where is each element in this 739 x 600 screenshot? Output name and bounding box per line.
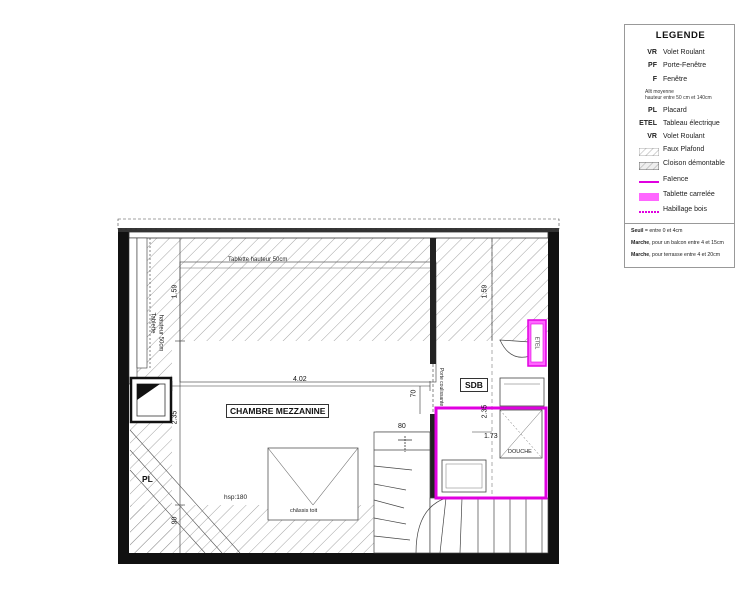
dim-159-right: 1.59 [481,284,489,299]
roof-outline [117,218,560,230]
hsp-label: hsp:180 [224,494,248,501]
partition-wall [430,238,436,364]
legend-item-faux-plafond: Faux Plafond [625,146,736,158]
sdb-fixtures [434,319,548,500]
legend-item-vr-2: VR Volet Roulant [647,133,705,140]
dim-90: 90 [171,516,179,525]
window-left [129,376,173,424]
dim-402: 4.02 [293,376,307,383]
dashed-magenta-icon [639,211,659,213]
legend-title: LEGENDE [655,30,706,41]
dim-159-left: 1.59 [171,284,179,299]
dim-235-left: 2.35 [171,410,179,425]
closet-label: PL [142,474,153,484]
tablette-left-label-2: hauteur 50cm [157,314,164,352]
douche-label: DOUCHE [508,449,532,455]
legend-item-etel: ETEL Tableau électrique [639,120,720,127]
legend-item-f: F Fenêtre [652,76,688,83]
legend-box: LEGENDE VR Volet Roulant PF Porte-Fenêtr… [624,24,735,268]
magenta-line-icon [639,181,659,183]
legend-note-balcon: Marche, pour un balcon entre 4 et 15cm [631,240,724,246]
legend-item-cloison: Cloison démontable [625,160,736,172]
room-label-main: CHAMBRE MEZZANINE [226,404,330,418]
legend-separator [625,223,735,224]
legend-item-pf: PF Porte-Fenêtre [648,62,707,69]
legend-item-faience: Faïence [625,176,736,188]
legend-item-tablette: Tablette carrelée [625,191,736,203]
dim-173: 1.73 [484,433,498,440]
legend-note-seuil: Seuil = entre 0 et 4cm [631,228,683,234]
etel-label: ETEL [533,336,540,350]
magenta-fill-icon [639,193,659,201]
hatch-icon [639,148,659,156]
chassis-label: châssis toit [290,508,318,514]
legend-note-terrasse: Marche, pour terrasse entre 4 et 20cm [631,252,721,258]
dotted-hatch-icon [639,162,659,170]
dim-235-right: 2.35 [481,404,489,419]
legend-item-pl: PL Placard [648,107,687,114]
legend-item-vr: VR Volet Roulant [647,49,705,56]
tablette-left-label: Tablette [149,312,156,334]
dim-80: 80 [398,423,406,430]
ceiling-edge [128,231,549,239]
porte-label: Porte coulissante [438,367,445,407]
room-label-sdb: SDB [460,378,488,392]
legend-note-allege: Allt moyenne hauteur entre 50 cm et 140c… [645,89,712,101]
dim-70: 70 [410,389,418,398]
tablette-top-label: Tablette hauteur 50cm [228,257,288,263]
legend-item-habillage: Habillage bois [625,206,736,218]
